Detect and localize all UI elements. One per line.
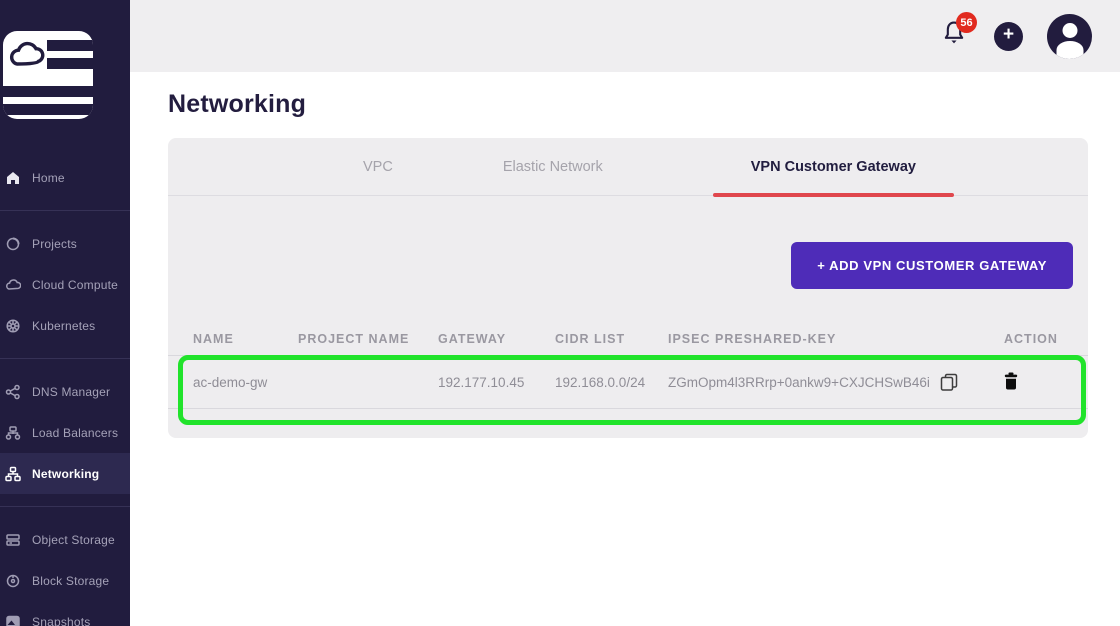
- column-header-cidr: CIDR LIST: [555, 332, 668, 346]
- home-icon: [4, 169, 21, 186]
- sidebar: Home Projects Cloud Compute Kubernetes: [0, 0, 130, 626]
- sidebar-item-kubernetes[interactable]: Kubernetes: [0, 305, 130, 346]
- sidebar-item-load-balancers[interactable]: Load Balancers: [0, 412, 130, 453]
- cell-cidr: 192.168.0.0/24: [555, 375, 668, 390]
- main-content: Networking VPC Elastic Network VPN Custo…: [130, 72, 1120, 626]
- networking-icon: [4, 465, 21, 482]
- table-header-row: NAME PROJECT NAME GATEWAY CIDR LIST IPSE…: [168, 332, 1088, 346]
- sidebar-item-label: Projects: [32, 237, 77, 251]
- cloud-compute-icon: [4, 276, 21, 293]
- sidebar-divider: [0, 506, 130, 507]
- sidebar-item-label: DNS Manager: [32, 385, 110, 399]
- tab-vpn-customer-gateway[interactable]: VPN Customer Gateway: [713, 138, 954, 195]
- cell-name: ac-demo-gw: [193, 375, 298, 390]
- block-storage-icon: [4, 572, 21, 589]
- column-header-action: ACTION: [1004, 332, 1088, 346]
- sidebar-item-label: Cloud Compute: [32, 278, 118, 292]
- tab-elastic-network[interactable]: Elastic Network: [503, 138, 603, 195]
- app-logo[interactable]: [3, 31, 130, 124]
- sidebar-item-projects[interactable]: Projects: [0, 223, 130, 264]
- column-header-gateway: GATEWAY: [438, 332, 555, 346]
- sidebar-item-networking[interactable]: Networking: [0, 453, 130, 494]
- column-header-ipsec: IPSEC PRESHARED-KEY: [668, 332, 1004, 346]
- table-row: ac-demo-gw 192.177.10.45 192.168.0.0/24 …: [168, 355, 1088, 409]
- column-header-name: NAME: [193, 332, 298, 346]
- topbar: 56 +: [130, 0, 1120, 72]
- trash-icon: [1004, 372, 1018, 390]
- sidebar-item-label: Object Storage: [32, 533, 115, 547]
- user-avatar[interactable]: [1047, 14, 1092, 59]
- delete-row-button[interactable]: [1004, 372, 1018, 390]
- avatar-head-glyph: [1062, 23, 1077, 38]
- cell-ipsec-key: ZGmOpm4l3RRrp+0ankw9+CXJCHSwB46i: [668, 373, 1004, 391]
- add-vpn-customer-gateway-button[interactable]: + ADD VPN CUSTOMER GATEWAY: [791, 242, 1073, 289]
- sidebar-item-label: Kubernetes: [32, 319, 95, 333]
- snapshots-icon: [4, 613, 21, 626]
- sidebar-item-label: Home: [32, 171, 65, 185]
- sidebar-nav: Home Projects Cloud Compute Kubernetes: [0, 157, 130, 626]
- load-balancers-icon: [4, 424, 21, 441]
- projects-icon: [4, 235, 21, 252]
- tab-vpc[interactable]: VPC: [363, 138, 393, 195]
- column-header-project: PROJECT NAME: [298, 332, 438, 346]
- ipsec-key-text: ZGmOpm4l3RRrp+0ankw9+CXJCHSwB46i: [668, 375, 930, 390]
- tab-bar: VPC Elastic Network VPN Customer Gateway: [168, 138, 1088, 196]
- notifications-button[interactable]: 56: [940, 18, 970, 54]
- sidebar-divider: [0, 210, 130, 211]
- copy-key-button[interactable]: [940, 373, 958, 391]
- cell-gateway: 192.177.10.45: [438, 375, 555, 390]
- notification-badge: 56: [956, 12, 977, 33]
- cell-action: [1004, 372, 1088, 393]
- object-storage-icon: [4, 531, 21, 548]
- add-new-button[interactable]: +: [994, 22, 1023, 51]
- tab-panel-vpn-customer-gateway: + ADD VPN CUSTOMER GATEWAY NAME PROJECT …: [168, 196, 1088, 409]
- sidebar-item-cloud-compute[interactable]: Cloud Compute: [0, 264, 130, 305]
- sidebar-item-block-storage[interactable]: Block Storage: [0, 560, 130, 601]
- sidebar-item-home[interactable]: Home: [0, 157, 130, 198]
- sidebar-item-label: Load Balancers: [32, 426, 118, 440]
- sidebar-divider: [0, 358, 130, 359]
- page-title: Networking: [168, 90, 1120, 119]
- sidebar-item-label: Block Storage: [32, 574, 109, 588]
- sidebar-item-label: Networking: [32, 467, 99, 481]
- networking-card: VPC Elastic Network VPN Customer Gateway…: [168, 138, 1088, 438]
- sidebar-item-dns-manager[interactable]: DNS Manager: [0, 371, 130, 412]
- kubernetes-icon: [4, 317, 21, 334]
- sidebar-item-snapshots[interactable]: Snapshots: [0, 601, 130, 626]
- dns-manager-icon: [4, 383, 21, 400]
- avatar-body-glyph: [1056, 41, 1083, 59]
- copy-icon: [940, 373, 958, 391]
- sidebar-item-object-storage[interactable]: Object Storage: [0, 519, 130, 560]
- sidebar-item-label: Snapshots: [32, 615, 91, 626]
